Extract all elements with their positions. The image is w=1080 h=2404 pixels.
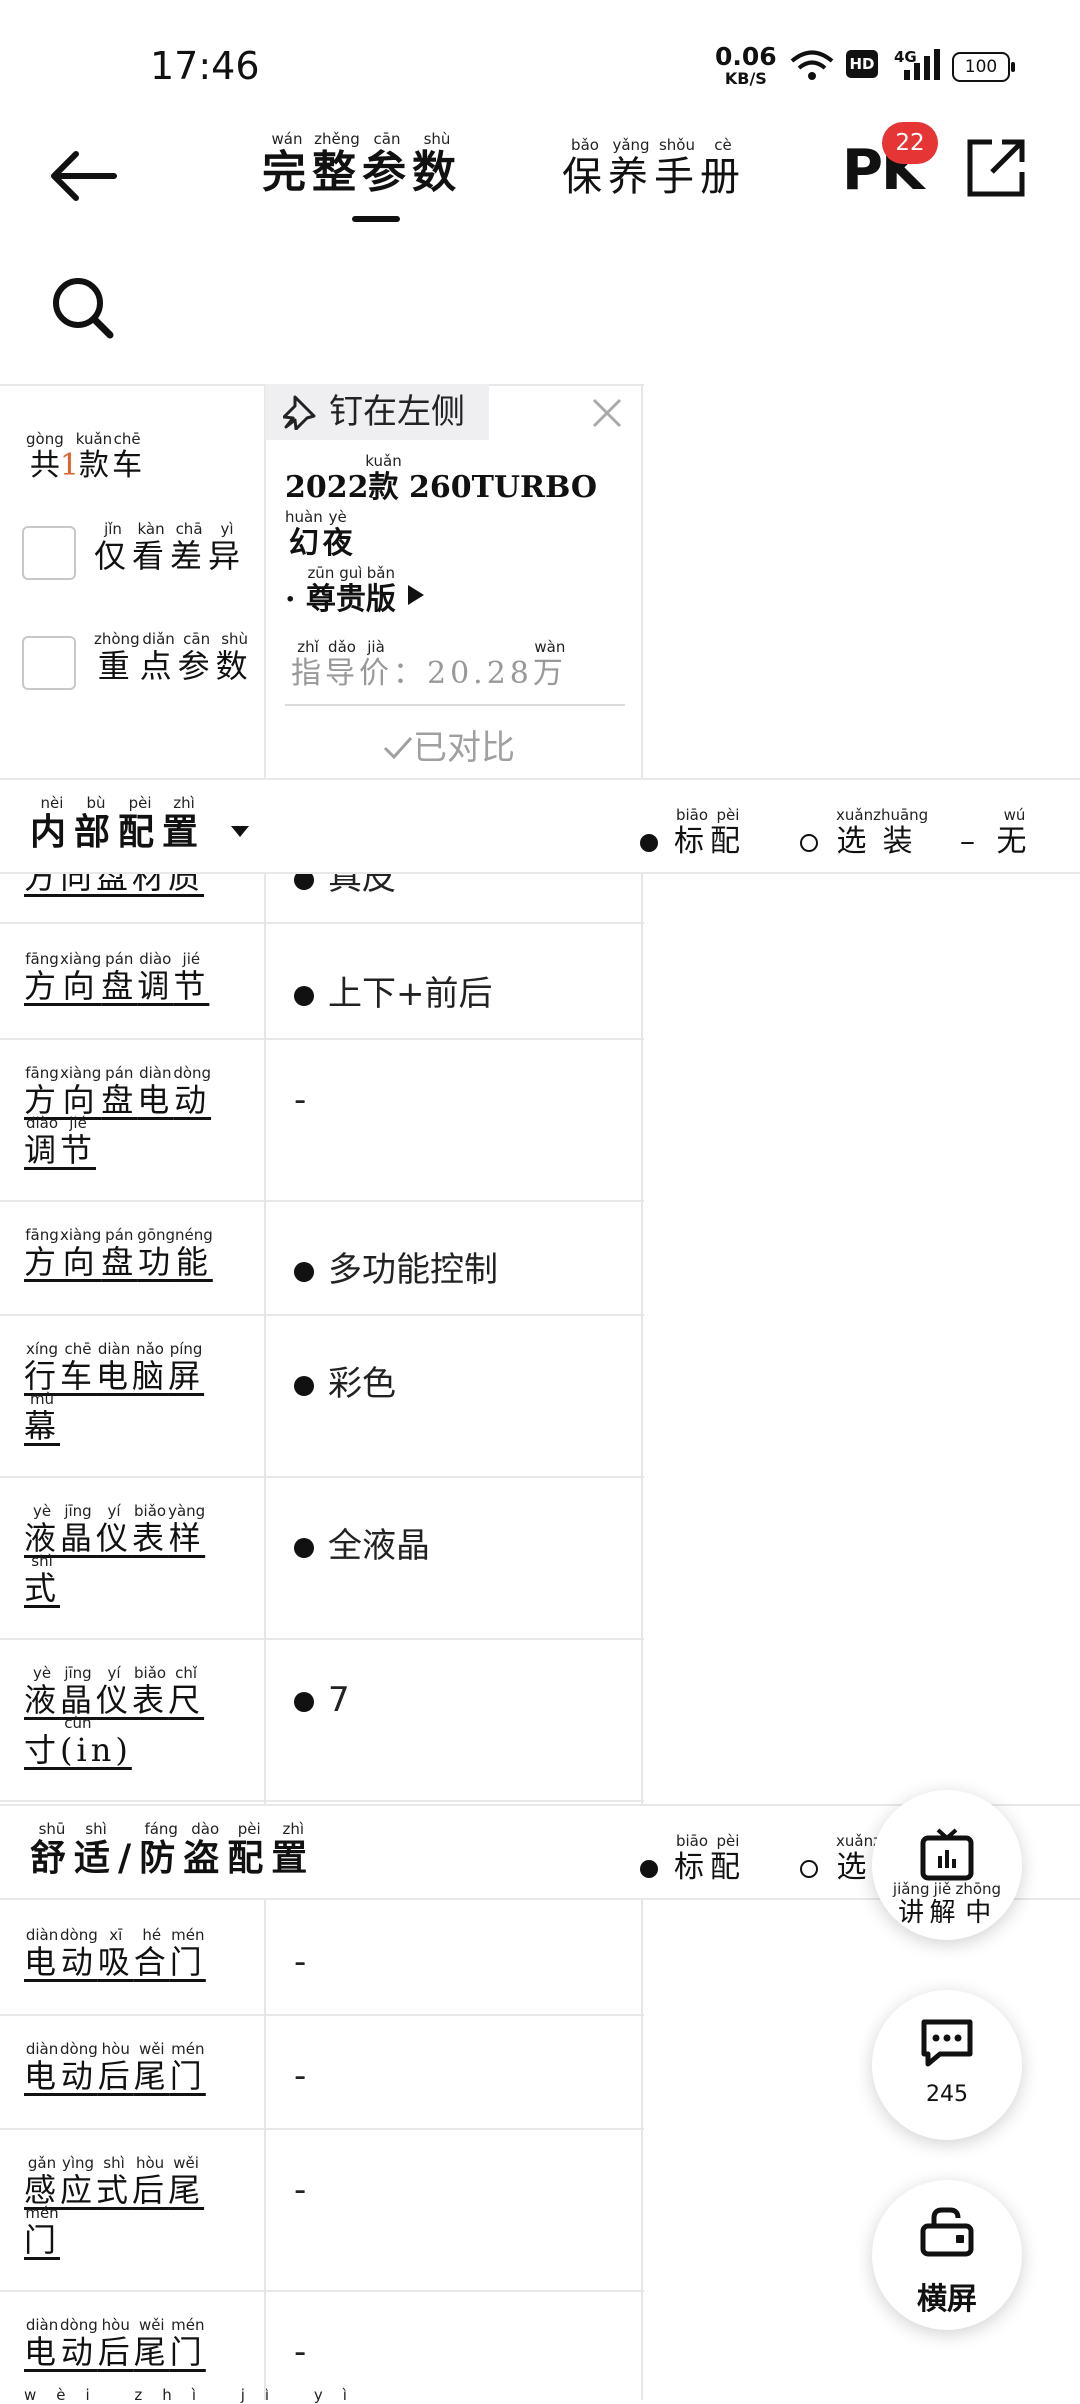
standard-dot-icon xyxy=(294,985,314,1006)
table-row: 方向盘材质 真皮 xyxy=(0,874,1080,922)
row-label[interactable]: 电diàn动dòng后hòu尾wěi门mén xyxy=(24,2316,234,2377)
row-label[interactable]: 方fāng向xiàng盘pán电diàn动dòng调diào节jié xyxy=(24,1064,234,1175)
grid-line xyxy=(264,874,266,1806)
standard-dot-icon xyxy=(640,834,658,852)
compared-status[interactable]: 已对比 xyxy=(383,720,515,769)
tab-full-params-label: 完wán整zhěng参cān数shù xyxy=(262,130,462,198)
row-label[interactable]: 方fāng向xiàng盘pán调diào节jié xyxy=(24,950,234,1011)
search-icon[interactable] xyxy=(50,275,116,341)
share-icon[interactable] xyxy=(964,136,1028,200)
grid-line xyxy=(0,2014,644,2016)
row-value: 彩色 xyxy=(294,1356,396,1405)
standard-dot-icon xyxy=(294,1691,314,1712)
grid-line xyxy=(0,1638,644,1640)
wifi-icon xyxy=(790,50,834,80)
legend-none: – 无wú xyxy=(960,806,1033,859)
row-label[interactable]: 液yè晶jīng仪yí表biǎo尺chǐ寸(in)cùn xyxy=(24,1664,234,1775)
only-diff-label: 仅jǐn看kàn差chā异yì xyxy=(94,520,247,575)
row-value: - xyxy=(294,2170,307,2210)
car-count: 共gòng1款kuǎn车chē xyxy=(26,430,143,483)
grid-line xyxy=(0,922,644,924)
row-label[interactable]: 电diàn动dòng吸xī合hé门mén xyxy=(24,1926,234,1987)
landscape-label: 横屏 xyxy=(917,2282,977,2317)
compare-controls: 共gòng1款kuǎn车chē 仅jǐn看kàn差chā异yì 重zhòng点d… xyxy=(0,384,264,778)
tab-maintenance-manual[interactable]: 保bǎo养yǎng手shǒu册cè xyxy=(562,136,746,202)
close-icon[interactable] xyxy=(590,396,624,430)
key-params-label: 重zhòng点diǎn参cān数shù xyxy=(94,630,254,685)
row-value: 真皮 xyxy=(294,874,396,899)
row-label[interactable]: 方向盘材质 xyxy=(24,874,234,902)
row-value: - xyxy=(294,2332,307,2372)
standard-dot-icon xyxy=(640,1860,658,1878)
network-speed: 0.06 KB/S xyxy=(715,42,777,88)
standard-dot-icon xyxy=(294,1375,314,1396)
partial-row-pinyin: wèi zhì jì yì xyxy=(24,2386,367,2404)
battery-icon: 100 xyxy=(952,52,1015,82)
active-tab-indicator xyxy=(352,216,400,222)
grid-line xyxy=(264,1900,266,2400)
hd-icon: HD xyxy=(846,50,878,78)
comment-count: 245 xyxy=(926,2082,968,2107)
car-model-name[interactable]: 2022款kuǎn 260TURBO 幻huàn夜yè · 尊zūn贵guì版bǎ… xyxy=(285,452,625,628)
pk-count-badge: 22 xyxy=(882,122,938,164)
status-bar: 17:46 0.06 KB/S HD 4G 100 xyxy=(0,0,1080,110)
guide-price: 指zhǐ导dǎo价jià：20.28万wàn xyxy=(291,638,567,691)
row-value: - xyxy=(294,1942,307,1982)
comments-button[interactable]: 245 xyxy=(872,1990,1022,2140)
row-label[interactable]: 行xíng车chē电diàn脑nǎo屏píng幕mù xyxy=(24,1340,234,1451)
pin-left-button[interactable]: 钉在左侧 xyxy=(265,384,489,440)
grid-line xyxy=(0,2128,644,2130)
legend-optional: 选xuǎn装zhuāng xyxy=(800,806,928,860)
grid-line xyxy=(0,1314,644,1316)
explain-label: 讲jiǎng解jiě中zhōng xyxy=(892,1880,1002,1928)
play-triangle-icon xyxy=(408,585,425,605)
explain-button[interactable]: 讲jiǎng解jiě中zhōng xyxy=(872,1790,1022,1940)
divider xyxy=(285,704,625,706)
row-label[interactable]: 感gǎn应yìng式shì后hòu尾wěi门mén xyxy=(24,2154,234,2265)
rotate-lock-icon xyxy=(920,2207,974,2257)
row-label[interactable]: 液yè晶jīng仪yí表biǎo样yàng式shì xyxy=(24,1502,234,1613)
tv-icon xyxy=(920,1828,974,1881)
grid-line xyxy=(0,1800,644,1802)
row-value: 全液晶 xyxy=(294,1518,430,1567)
grid-line xyxy=(0,1038,644,1040)
optional-circle-icon xyxy=(800,1860,818,1878)
row-label[interactable]: 电diàn动dòng后hòu尾wěi门mén xyxy=(24,2040,234,2101)
grid-line xyxy=(641,1900,643,2400)
section-header-interior: 内nèi部bù配pèi置zhì 标biāo配pèi 选xuǎn装zhuāng –… xyxy=(0,780,1080,872)
landscape-button[interactable]: 横屏 xyxy=(872,2180,1022,2330)
section-title-interior[interactable]: 内nèi部bù配pèi置zhì xyxy=(30,794,251,855)
optional-circle-icon xyxy=(800,834,818,852)
standard-dot-icon xyxy=(294,1537,314,1558)
tab-full-params[interactable]: 完wán整zhěng参cān数shù xyxy=(262,130,462,222)
clock: 17:46 xyxy=(150,44,260,88)
row-value: - xyxy=(294,1080,307,1120)
row-value: 上下+前后 xyxy=(294,966,493,1015)
grid-line xyxy=(641,874,643,1806)
back-arrow-icon[interactable] xyxy=(48,148,120,204)
only-diff-checkbox[interactable] xyxy=(22,526,76,580)
row-value: - xyxy=(294,2056,307,2096)
row-value: 7 xyxy=(294,1680,350,1720)
grid-line xyxy=(0,2290,644,2292)
pin-icon xyxy=(283,395,316,430)
dropdown-triangle-icon xyxy=(230,826,249,837)
row-label[interactable]: 方fāng向xiàng盘pán功gōng能néng xyxy=(24,1226,234,1287)
grid-line xyxy=(0,1476,644,1478)
key-params-checkbox[interactable] xyxy=(22,636,76,690)
standard-dot-icon xyxy=(294,1261,314,1282)
signal-icon xyxy=(904,49,940,80)
car-card: 钉在左侧 2022款kuǎn 260TURBO 幻huàn夜yè · 尊zūn贵g… xyxy=(265,384,641,778)
check-icon xyxy=(383,736,413,760)
legend-standard: 标biāo配pèi xyxy=(640,1832,746,1886)
legend-standard: 标biāo配pèi xyxy=(640,806,746,860)
section-title-comfort: 舒shū适shì/防fáng盗dào配pèi置zhì xyxy=(30,1820,316,1879)
tab-maintenance-manual-label: 保bǎo养yǎng手shǒu册cè xyxy=(562,136,746,200)
grid-line xyxy=(641,384,643,778)
row-value: 多功能控制 xyxy=(294,1242,498,1291)
grid-line xyxy=(0,1200,644,1202)
comment-icon xyxy=(921,2019,973,2067)
